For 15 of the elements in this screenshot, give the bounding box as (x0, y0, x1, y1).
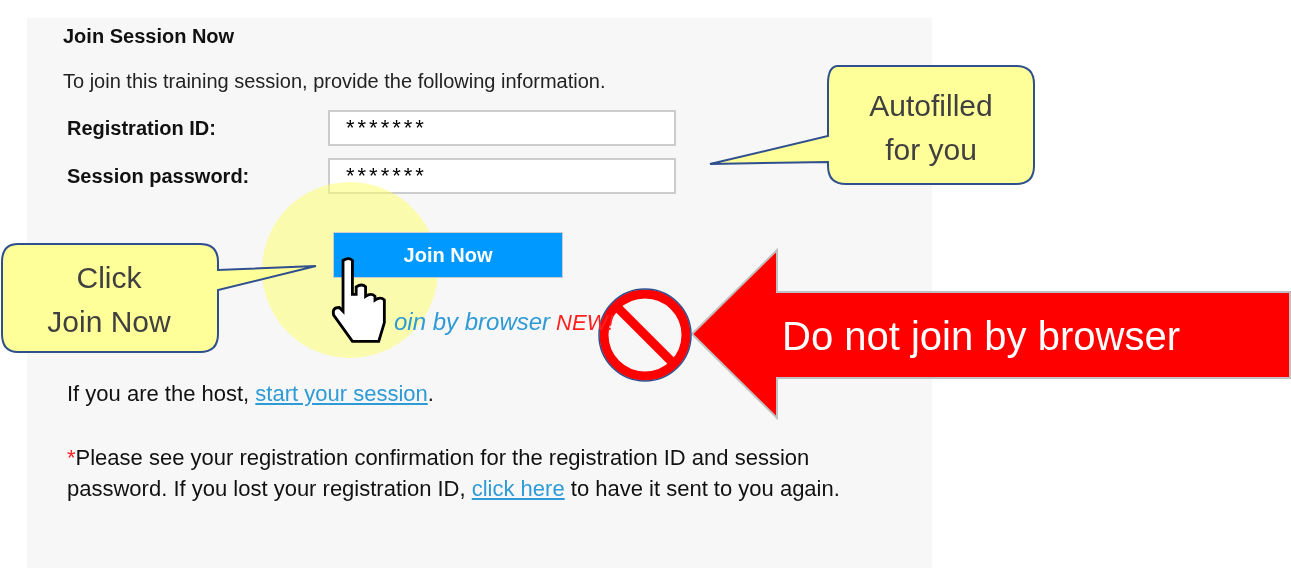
input-field[interactable]: ******* (328, 158, 676, 194)
input-field[interactable]: ******* (328, 110, 676, 146)
join-button[interactable]: Join Now (333, 232, 563, 278)
footnote-text: *Please see your registration confirmation for the registration ID and session password. If you lost your registration ID, click here to have it sent to you again. (66, 444, 841, 503)
browser-link[interactable]: oin by browser (394, 304, 551, 340)
field-label: Registration ID: (66, 116, 217, 141)
field-label: Session password: (66, 164, 251, 189)
start-session-link[interactable]: start your session (255, 381, 428, 406)
intro-text: To join this training session, provide the following information. (63, 69, 607, 94)
warning-text: Do not join by browser (782, 313, 1180, 360)
host-text: If you are the host, start your session. (66, 380, 435, 408)
section-heading: Join Session Now (63, 24, 236, 49)
click-here-link[interactable]: click here (471, 476, 565, 501)
callout-text: Autofilled for you (869, 88, 993, 168)
callout-text: Click Join Now (47, 260, 171, 340)
